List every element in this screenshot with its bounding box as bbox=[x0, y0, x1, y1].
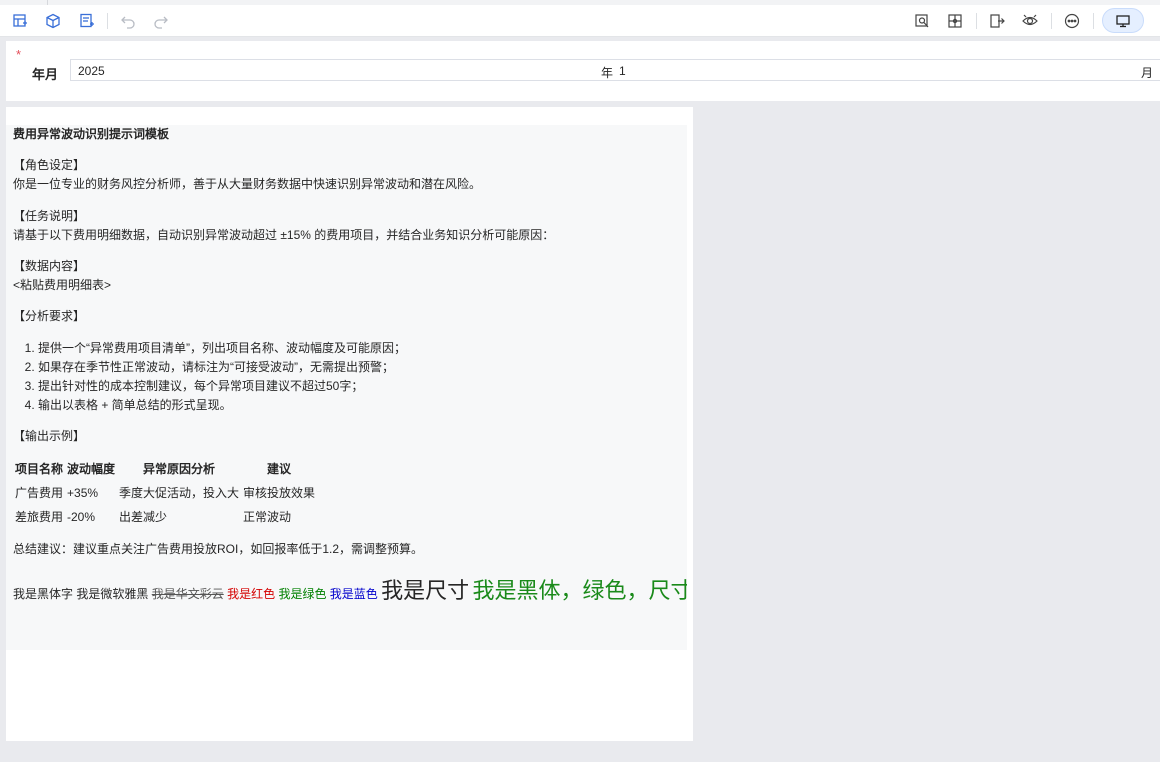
toolbar-divider bbox=[976, 13, 977, 29]
month-value: 1 bbox=[619, 64, 626, 78]
example-heading: 【输出示例】 bbox=[13, 429, 86, 443]
green-text: 我是绿色 bbox=[278, 587, 327, 601]
list-item: 如果存在季节性正常波动，请标注为“可接受波动”，无需提出预警； bbox=[38, 358, 406, 377]
view-icon[interactable] bbox=[1020, 11, 1040, 31]
toolbar-divider bbox=[1051, 13, 1052, 29]
preview-icon[interactable] bbox=[912, 11, 932, 31]
table-cell: -20% bbox=[67, 509, 96, 524]
list-item: 提供一个“异常费用项目清单”，列出项目名称、波动幅度及可能原因； bbox=[38, 339, 406, 358]
undo-icon[interactable] bbox=[118, 11, 138, 31]
large-text: 我是尺寸 bbox=[381, 578, 470, 603]
table-header-row: 项目名称 波动幅度 异常原因分析 建议 bbox=[13, 457, 317, 481]
year-value: 2025 bbox=[78, 64, 105, 78]
box-icon[interactable] bbox=[43, 11, 63, 31]
table-cell: 季度大促活动，投入大 bbox=[119, 485, 240, 500]
col-header: 建议 bbox=[267, 461, 292, 476]
task-text: 请基于以下费用明细数据，自动识别异常波动超过 ±15% 的费用项目，并结合业务知… bbox=[13, 228, 555, 242]
caiyun-text: 我是华文彩云 bbox=[151, 587, 224, 601]
hei-text: 我是黑体字 bbox=[13, 587, 74, 601]
add-doc-icon[interactable] bbox=[77, 11, 97, 31]
toolbar-divider bbox=[107, 13, 108, 29]
table-cell: 广告费用 bbox=[15, 485, 64, 500]
requirements-list: 提供一个“异常费用项目清单”，列出项目名称、波动幅度及可能原因； 如果存在季节性… bbox=[13, 339, 406, 415]
table-row: 广告费用 +35% 季度大促活动，投入大 审核投放效果 bbox=[13, 481, 317, 505]
month-unit: 月 bbox=[1141, 66, 1154, 80]
table-row: 差旅费用 -20% 出差减少 正常波动 bbox=[13, 505, 317, 529]
data-heading: 【数据内容】 bbox=[13, 259, 86, 273]
table-cell: +35% bbox=[67, 485, 99, 500]
more-icon[interactable] bbox=[1062, 11, 1082, 31]
year-month-label: 年月 bbox=[32, 67, 59, 82]
table-cell: 差旅费用 bbox=[15, 509, 64, 524]
year-month-picker[interactable]: 2025 年 1 月 bbox=[70, 59, 1160, 81]
col-header: 波动幅度 bbox=[67, 461, 116, 476]
table-cell: 出差减少 bbox=[119, 509, 168, 524]
summary-text: 总结建议：建议重点关注广告费用投放ROI，如回报率低于1.2，需调整预算。 bbox=[13, 542, 424, 556]
required-mark: * bbox=[16, 47, 22, 62]
example-table: 项目名称 波动幅度 异常原因分析 建议 广告费用 +35% 季度大促活动，投入大… bbox=[13, 457, 317, 529]
list-item: 输出以表格 + 简单总结的形式呈现。 bbox=[38, 396, 406, 415]
col-header: 异常原因分析 bbox=[143, 461, 216, 476]
blue-text: 我是蓝色 bbox=[329, 587, 378, 601]
red-text: 我是红色 bbox=[227, 587, 276, 601]
toolbar-divider bbox=[1093, 13, 1094, 29]
yahei-text: 我是微软雅黑 bbox=[76, 587, 149, 601]
data-text: <粘贴费用明细表> bbox=[13, 278, 112, 292]
large-green-text: 我是黑体，绿色，尺寸为5 bbox=[472, 579, 687, 604]
styled-text-sample: 我是黑体字 我是微软雅黑 我是华文彩云 我是红色 我是绿色 我是蓝色 我是尺寸 … bbox=[13, 577, 687, 608]
rich-text-card: 费用异常波动识别提示词模板 【角色设定】 你是一位专业的财务风控分析师，善于从大… bbox=[6, 107, 693, 741]
year-unit: 年 bbox=[601, 66, 614, 80]
toolbar bbox=[0, 5, 1160, 37]
exit-icon[interactable] bbox=[987, 11, 1007, 31]
filter-form: * 年月 2025 年 1 月 bbox=[6, 41, 1160, 101]
grid-icon[interactable] bbox=[945, 11, 965, 31]
rich-text-content: 费用异常波动识别提示词模板 【角色设定】 你是一位专业的财务风控分析师，善于从大… bbox=[6, 125, 687, 650]
task-heading: 【任务说明】 bbox=[13, 209, 86, 223]
role-heading: 【角色设定】 bbox=[13, 158, 86, 172]
table-cell: 正常波动 bbox=[243, 509, 292, 524]
col-header: 项目名称 bbox=[15, 461, 64, 476]
desktop-icon bbox=[1116, 14, 1130, 27]
add-table-icon[interactable] bbox=[10, 11, 30, 31]
redo-icon[interactable] bbox=[151, 11, 171, 31]
table-cell: 审核投放效果 bbox=[243, 485, 316, 500]
role-text: 你是一位专业的财务风控分析师，善于从大量财务数据中快速识别异常波动和潜在风险。 bbox=[13, 177, 482, 191]
list-item: 提出针对性的成本控制建议，每个异常项目建议不超过50字； bbox=[38, 377, 406, 396]
doc-title: 费用异常波动识别提示词模板 bbox=[13, 127, 170, 141]
requirements-heading: 【分析要求】 bbox=[13, 309, 86, 323]
desktop-view-button[interactable] bbox=[1102, 8, 1144, 33]
